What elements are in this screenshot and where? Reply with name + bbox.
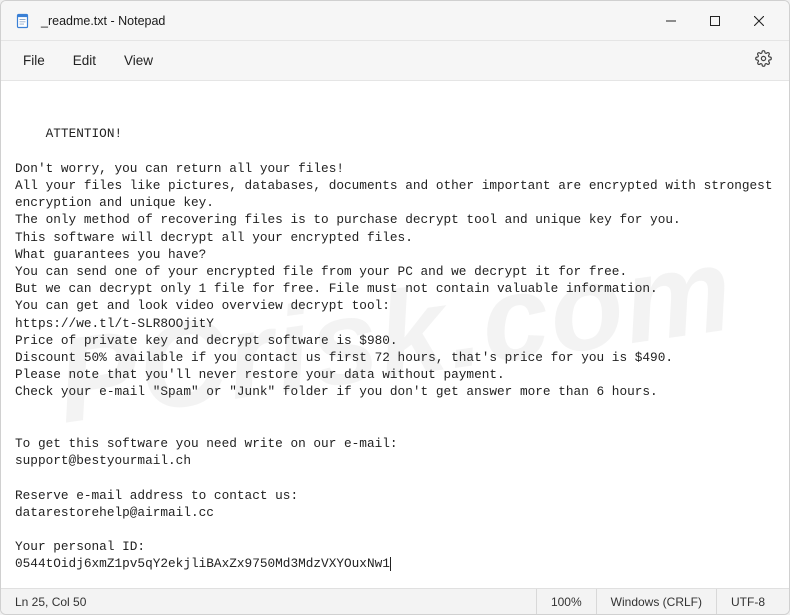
titlebar: _readme.txt - Notepad bbox=[1, 1, 789, 41]
gear-icon bbox=[755, 50, 772, 72]
close-button[interactable] bbox=[737, 1, 781, 40]
menu-view[interactable]: View bbox=[110, 47, 167, 74]
menu-file[interactable]: File bbox=[9, 47, 59, 74]
status-encoding: UTF-8 bbox=[716, 589, 779, 614]
window-controls bbox=[649, 1, 781, 40]
menubar: File Edit View bbox=[1, 41, 789, 81]
window-title: _readme.txt - Notepad bbox=[41, 14, 649, 28]
document-text: ATTENTION! Don't worry, you can return a… bbox=[15, 126, 780, 571]
text-editor-area[interactable]: PCrisk.com ATTENTION! Don't worry, you c… bbox=[1, 81, 789, 588]
settings-button[interactable] bbox=[745, 43, 781, 79]
notepad-window: _readme.txt - Notepad File Edit View bbox=[0, 0, 790, 615]
status-zoom[interactable]: 100% bbox=[536, 589, 596, 614]
status-cursor-position: Ln 25, Col 50 bbox=[11, 589, 100, 614]
statusbar: Ln 25, Col 50 100% Windows (CRLF) UTF-8 bbox=[1, 588, 789, 614]
status-line-ending: Windows (CRLF) bbox=[596, 589, 716, 614]
maximize-button[interactable] bbox=[693, 1, 737, 40]
minimize-button[interactable] bbox=[649, 1, 693, 40]
menu-edit[interactable]: Edit bbox=[59, 47, 110, 74]
notepad-icon bbox=[15, 13, 31, 29]
text-caret bbox=[390, 557, 391, 571]
